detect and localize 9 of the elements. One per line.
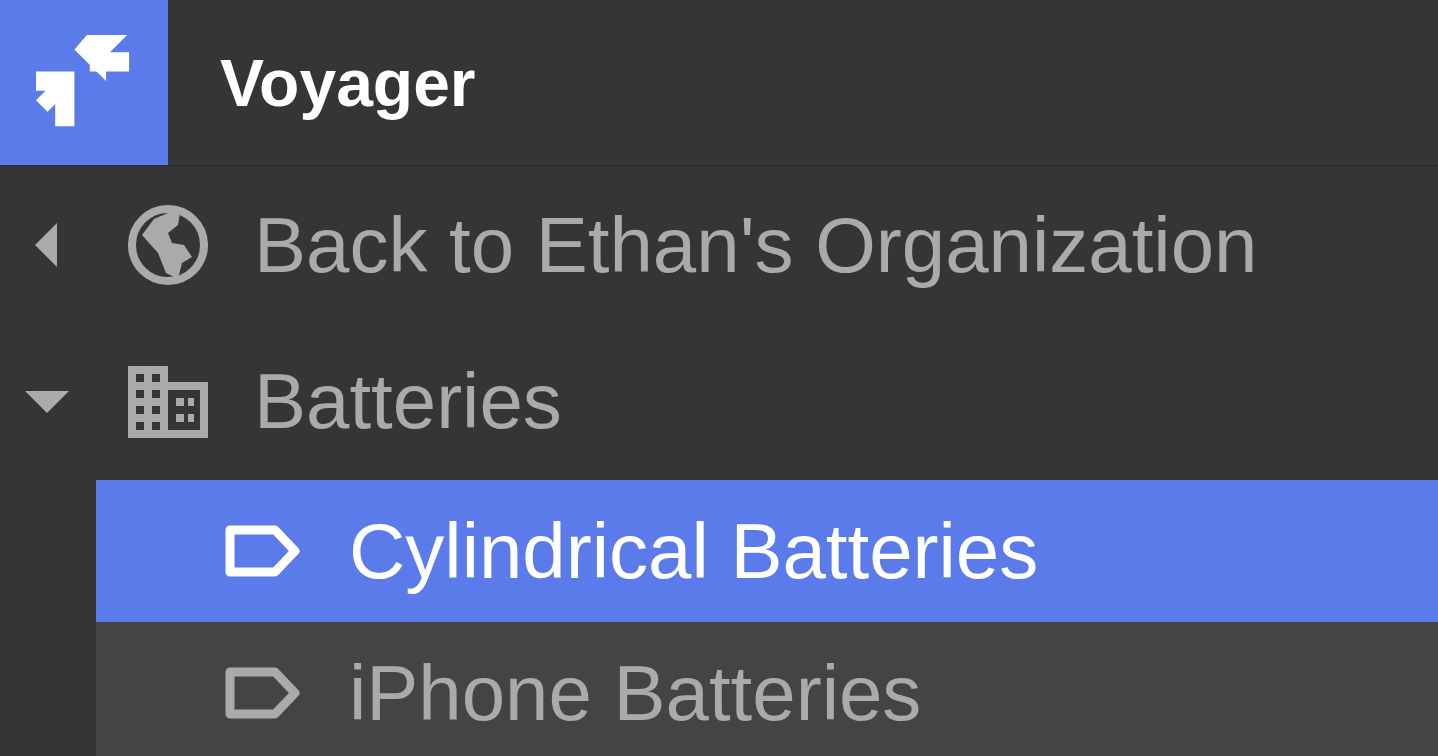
globe-icon (128, 205, 208, 285)
tree-item[interactable]: Batteries (0, 323, 1438, 480)
back-link[interactable]: Back to Ethan's Organization (0, 167, 1438, 323)
tag-icon (225, 525, 301, 577)
caret-left-icon (35, 223, 57, 267)
tree-item[interactable]: Cylindrical Batteries (96, 480, 1438, 622)
tag-icon (225, 667, 301, 719)
app-title: Voyager (220, 44, 476, 121)
tree-item[interactable]: iPhone Batteries (96, 622, 1438, 756)
